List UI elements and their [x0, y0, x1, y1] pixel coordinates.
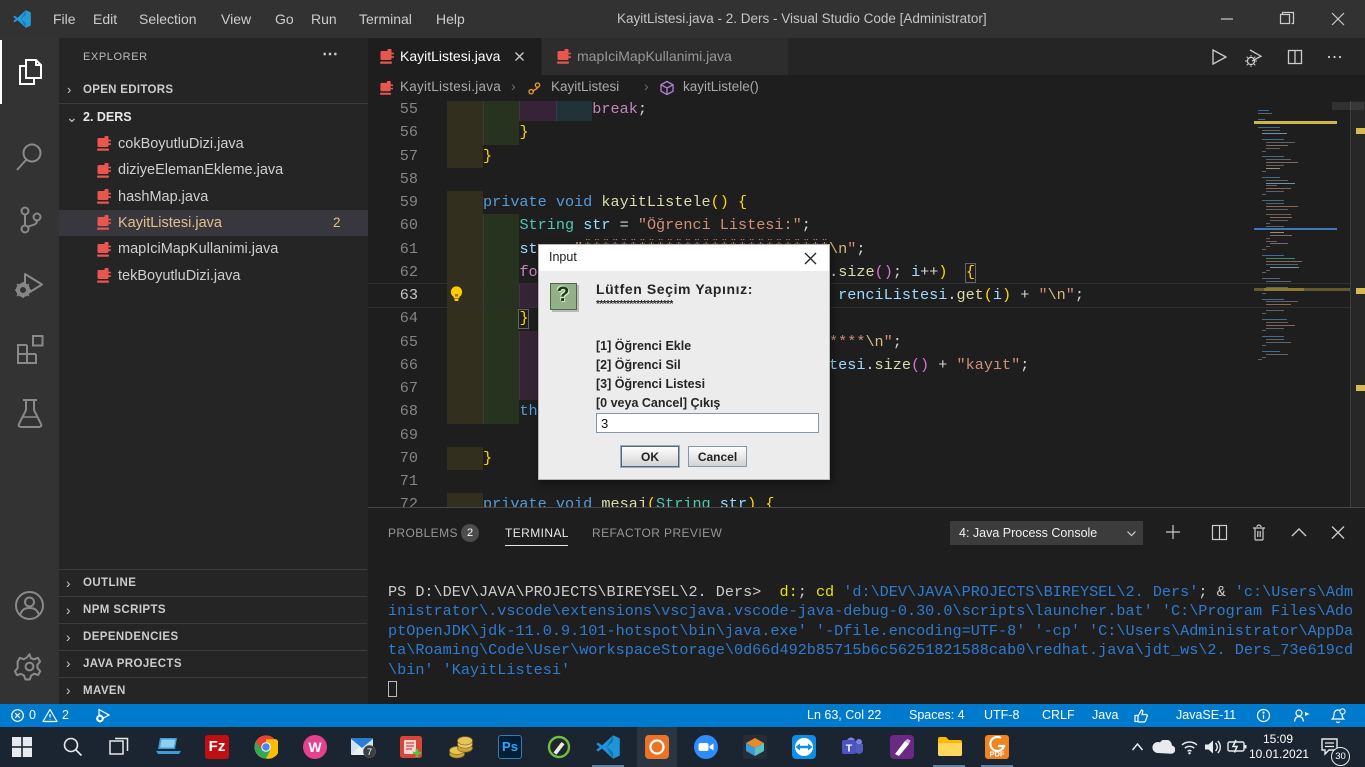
svg-text:T: T [846, 743, 853, 755]
svg-text:PDF: PDF [990, 750, 1005, 759]
svg-text:7: 7 [367, 747, 372, 758]
